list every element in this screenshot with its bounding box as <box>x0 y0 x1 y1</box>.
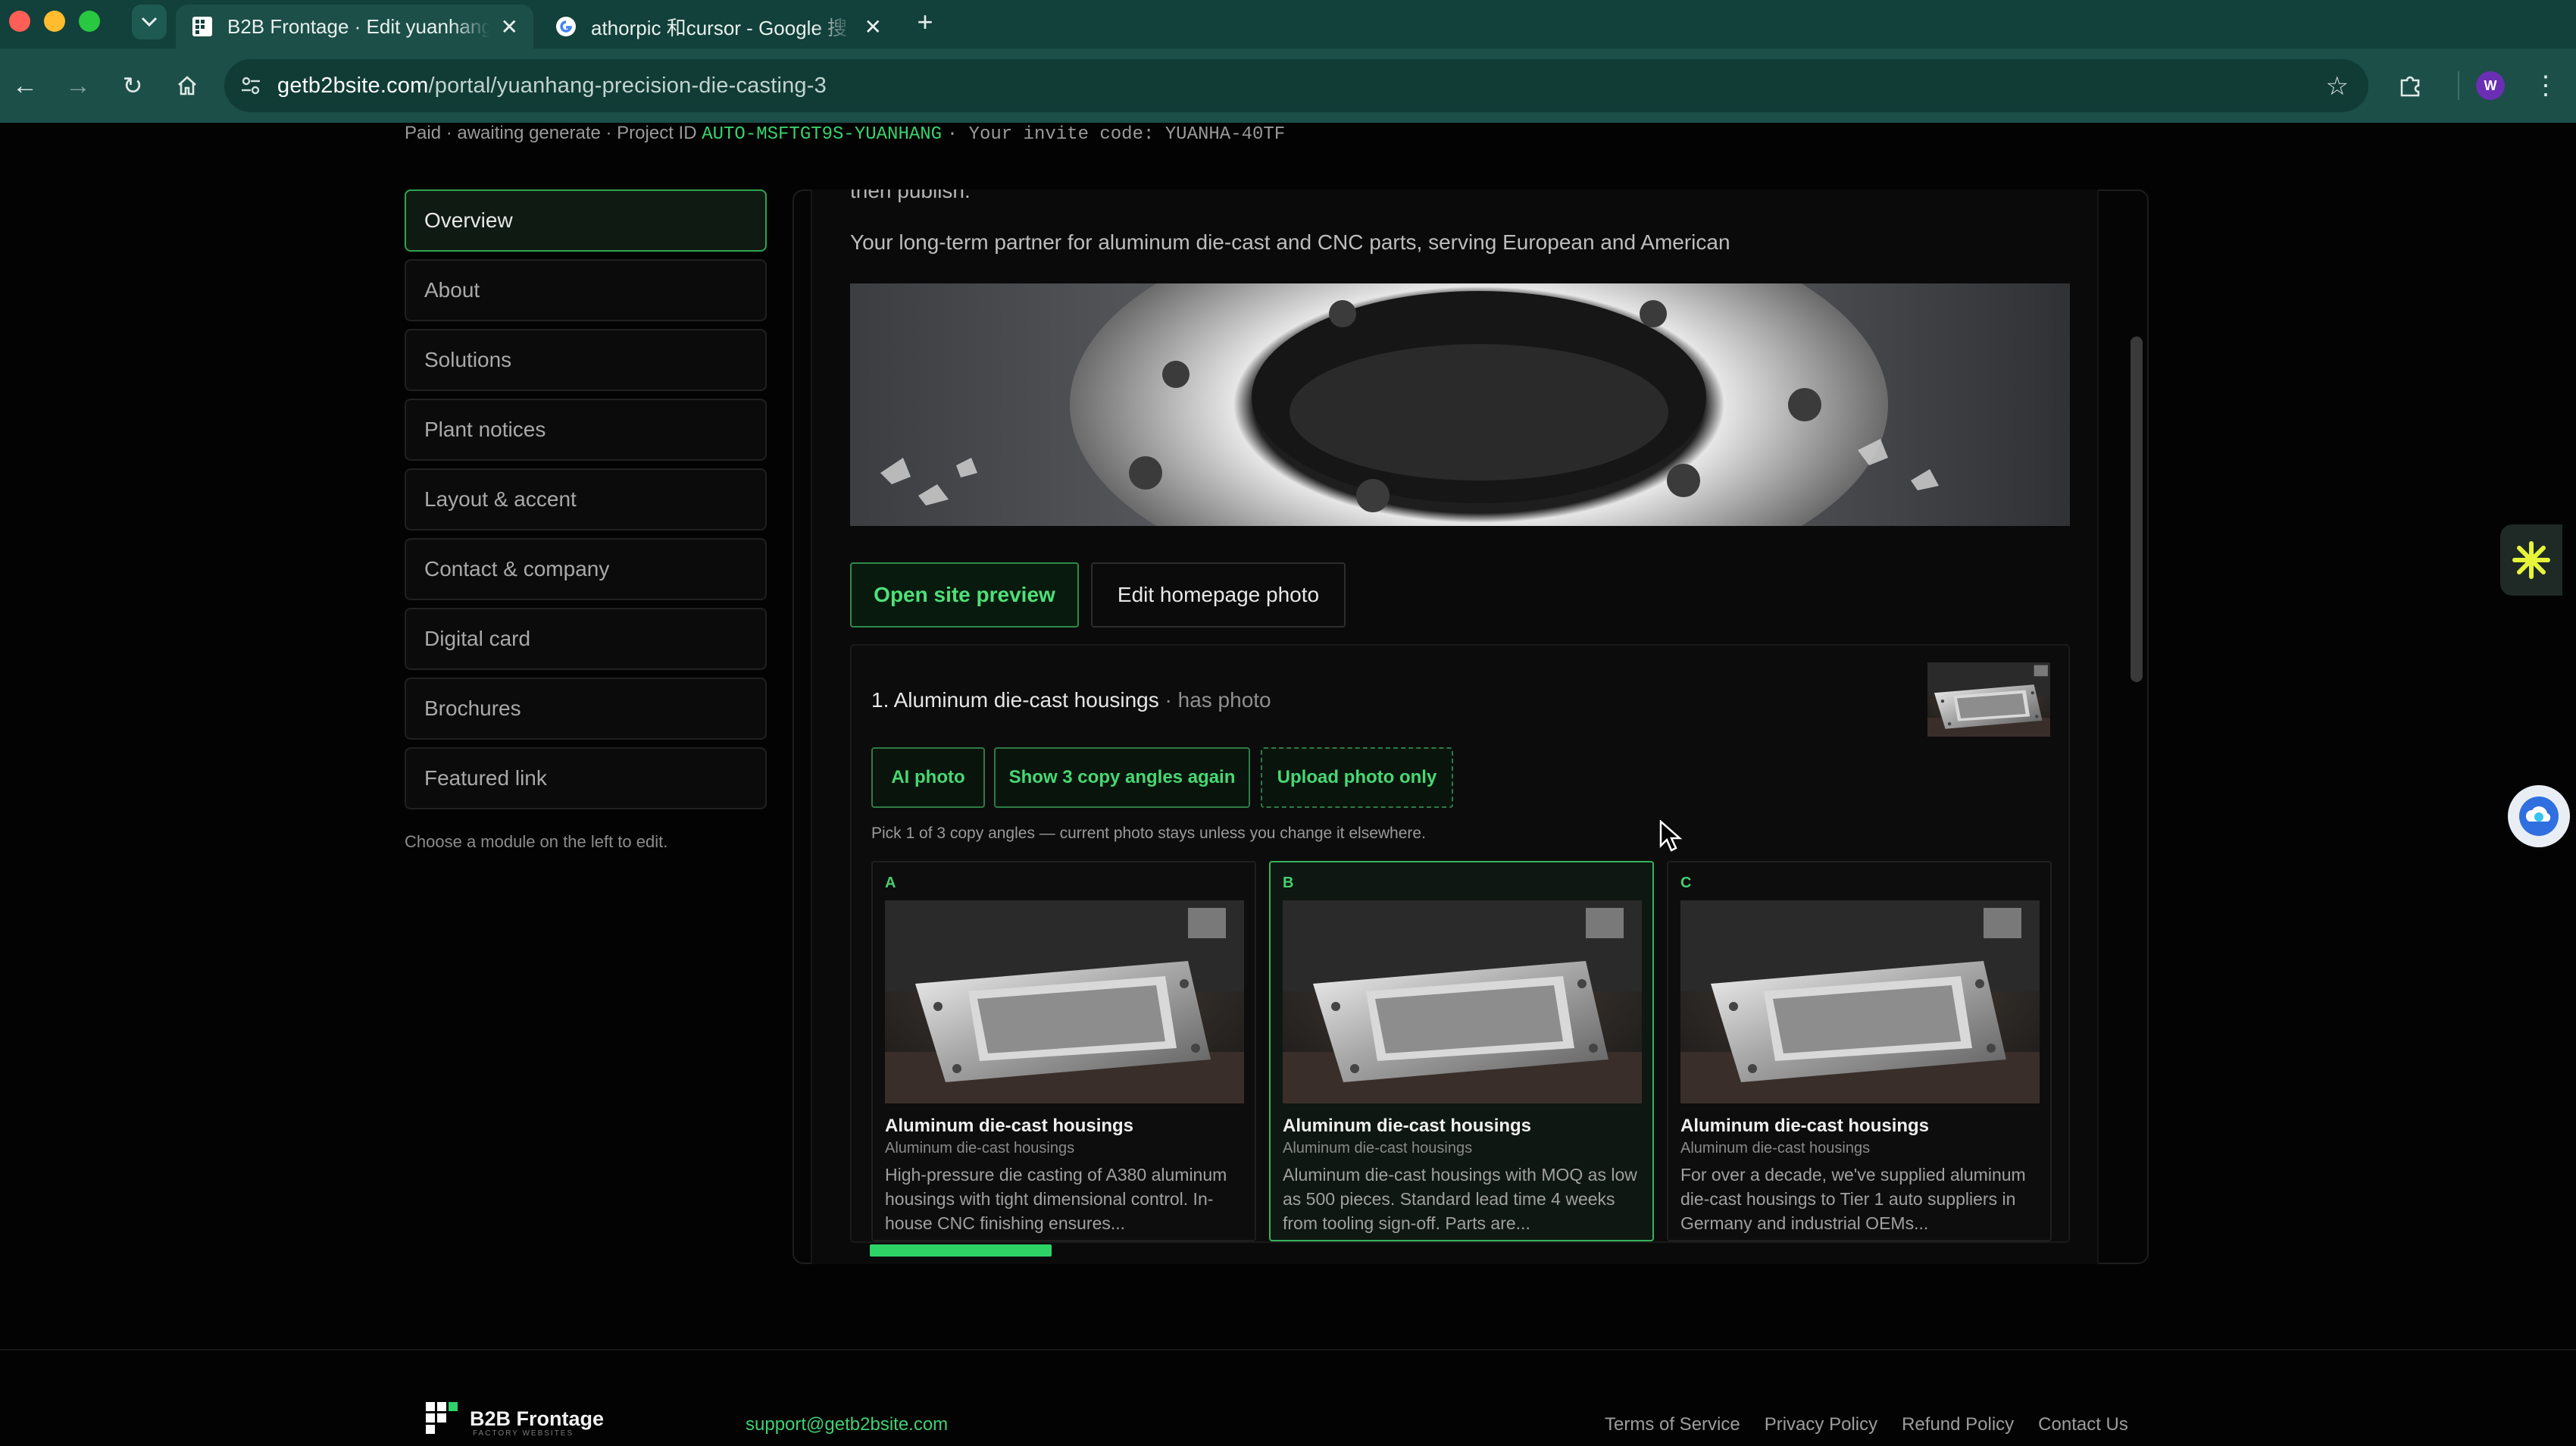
option-body: For over a decade, we've supplied alumin… <box>1680 1165 2026 1233</box>
module-title: 1. Aluminum die-cast housings · has phot… <box>871 688 1271 712</box>
sidebar-hint: Choose a module on the left to edit. <box>405 832 668 851</box>
chevron-down-icon <box>141 17 158 27</box>
option-title: Aluminum die-cast housings <box>1680 1116 1930 1136</box>
back-arrow-icon[interactable]: ← <box>8 68 42 103</box>
solution-module-card: 1. Aluminum die-cast housings · has phot… <box>850 644 2070 1243</box>
sidebar-item-solutions[interactable]: Solutions <box>405 329 767 391</box>
option-title: Aluminum die-cast housings <box>1283 1116 1532 1136</box>
sidebar-item-overview[interactable]: Overview <box>405 189 767 252</box>
option-letter: A <box>885 875 896 891</box>
option-body: High-pressure die casting of A380 alumin… <box>885 1165 1227 1233</box>
copy-angle-option-b[interactable]: B Aluminum die-cast housings Aluminum di… <box>1269 861 1654 1241</box>
edit-homepage-photo-button[interactable]: Edit homepage photo <box>1091 562 1346 628</box>
profile-avatar[interactable]: W <box>2476 71 2505 100</box>
copy-angle-hint: Pick 1 of 3 copy angles — current photo … <box>871 825 1426 842</box>
sidebar-item-digital-card[interactable]: Digital card <box>405 608 767 670</box>
address-bar[interactable]: getb2bsite.com/portal/yuanhang-precision… <box>224 59 2368 112</box>
mouse-cursor-icon <box>1659 819 1683 856</box>
copy-angle-option-c[interactable]: C Aluminum die-cast housings Aluminum di… <box>1667 861 2052 1241</box>
tab-title: athorpic 和cursor - Google 搜 <box>591 16 848 39</box>
project-id: AUTO-MSFTGT9S-YUANHANG <box>702 124 943 145</box>
option-subtitle: Aluminum die-cast housings <box>1283 1140 1473 1156</box>
grid-logo-icon <box>426 1402 458 1434</box>
copy-angle-option-a[interactable]: A Aluminum die-cast housings Aluminum di… <box>871 861 1256 1241</box>
footer-brand[interactable]: B2B Frontage FACTORY WEBSITES <box>424 1401 605 1438</box>
sidebar-item-brochures[interactable]: Brochures <box>405 678 767 740</box>
option-body: Aluminum die-cast housings with MOQ as l… <box>1283 1165 1637 1233</box>
reload-icon[interactable]: ↻ <box>115 68 150 103</box>
module-sidebar: Overview About Solutions Plant notices L… <box>405 189 767 817</box>
close-window-button[interactable] <box>9 11 30 32</box>
option-title: Aluminum die-cast housings <box>885 1116 1134 1136</box>
panel-scrollbar[interactable] <box>2131 336 2143 682</box>
sidebar-item-featured-link[interactable]: Featured link <box>405 747 767 809</box>
tab-google-search[interactable]: athorpic 和cursor - Google 搜 ✕ <box>539 5 897 49</box>
more-menu-icon[interactable]: ⋮ <box>2531 68 2561 103</box>
option-photo <box>1680 900 2040 1103</box>
tab-title: B2B Frontage · Edit yuanhang <box>227 14 490 38</box>
module-thumbnail[interactable] <box>1927 662 2050 737</box>
close-tab-icon[interactable]: ✕ <box>501 14 518 39</box>
google-logo-icon <box>555 15 577 38</box>
privacy-link[interactable]: Privacy Policy <box>1765 1414 1877 1435</box>
home-icon[interactable] <box>170 68 205 103</box>
option-subtitle: Aluminum die-cast housings <box>1680 1140 1871 1156</box>
option-photo <box>1283 900 1642 1103</box>
option-photo <box>885 900 1244 1103</box>
option-letter: C <box>1680 875 1692 891</box>
maximize-window-button[interactable] <box>79 11 100 32</box>
minimize-window-button[interactable] <box>44 11 65 32</box>
tab-b2b-frontage[interactable]: B2B Frontage · Edit yuanhang ✕ <box>176 5 533 49</box>
footer-brand-name: B2B Frontage <box>470 1407 605 1430</box>
contact-link[interactable]: Contact Us <box>2038 1414 2128 1435</box>
sidebar-item-plant-notices[interactable]: Plant notices <box>405 399 767 461</box>
footer-brand-tagline: FACTORY WEBSITES <box>473 1429 574 1438</box>
truncated-intro-text: then publish. <box>850 189 971 202</box>
support-email-link[interactable]: support@getb2bsite.com <box>746 1414 948 1435</box>
sidebar-item-layout-accent[interactable]: Layout & accent <box>405 468 767 531</box>
tab-search-button[interactable] <box>132 5 167 39</box>
homepage-tagline: Your long-term partner for aluminum die-… <box>850 230 1730 254</box>
new-tab-button[interactable]: + <box>908 5 943 39</box>
upload-photo-only-button[interactable]: Upload photo only <box>1261 747 1453 808</box>
module-photo-status: · has photo <box>1165 688 1271 712</box>
toolbar-divider <box>2458 71 2459 100</box>
grid-logo-icon <box>191 15 214 38</box>
open-site-preview-button[interactable]: Open site preview <box>850 562 1079 628</box>
bookmark-star-icon[interactable]: ☆ <box>2326 71 2349 102</box>
extensions-puzzle-icon[interactable] <box>2393 68 2428 103</box>
save-progress-bar <box>870 1244 1052 1257</box>
footer-divider <box>0 1349 2576 1351</box>
cloud-sync-icon[interactable] <box>2508 785 2570 847</box>
sidebar-item-contact-company[interactable]: Contact & company <box>405 538 767 600</box>
show-copy-angles-button[interactable]: Show 3 copy angles again <box>994 747 1250 808</box>
browser-toolbar: ← → ↻ getb2bsite.com/portal/yuanhang-pre… <box>0 49 2576 123</box>
ai-photo-button[interactable]: AI photo <box>871 747 985 808</box>
homepage-hero-photo <box>850 283 2070 526</box>
refund-link[interactable]: Refund Policy <box>1902 1414 2014 1435</box>
site-settings-icon[interactable] <box>224 59 277 112</box>
invite-code: · Your invite code: YUANHA-40TF <box>946 124 1286 145</box>
url-text: getb2bsite.com/portal/yuanhang-precision… <box>277 73 827 98</box>
footer-links: Terms of Service Privacy Policy Refund P… <box>1605 1414 2128 1435</box>
terms-link[interactable]: Terms of Service <box>1605 1414 1740 1435</box>
option-subtitle: Aluminum die-cast housings <box>885 1140 1075 1156</box>
sidebar-item-about[interactable]: About <box>405 259 767 321</box>
assistant-sparkle-icon[interactable] <box>2500 524 2562 596</box>
overview-editor: then publish. Your long-term partner for… <box>811 189 2099 1264</box>
browser-tab-strip: B2B Frontage · Edit yuanhang ✕ athorpic … <box>0 0 2576 49</box>
option-letter: B <box>1283 875 1294 891</box>
close-tab-icon[interactable]: ✕ <box>864 14 882 39</box>
portal-page: Paid · awaiting generate · Project ID AU… <box>0 123 2576 1446</box>
project-status-line: Paid · awaiting generate · Project ID AU… <box>405 123 1286 145</box>
forward-arrow-icon[interactable]: → <box>61 68 95 103</box>
